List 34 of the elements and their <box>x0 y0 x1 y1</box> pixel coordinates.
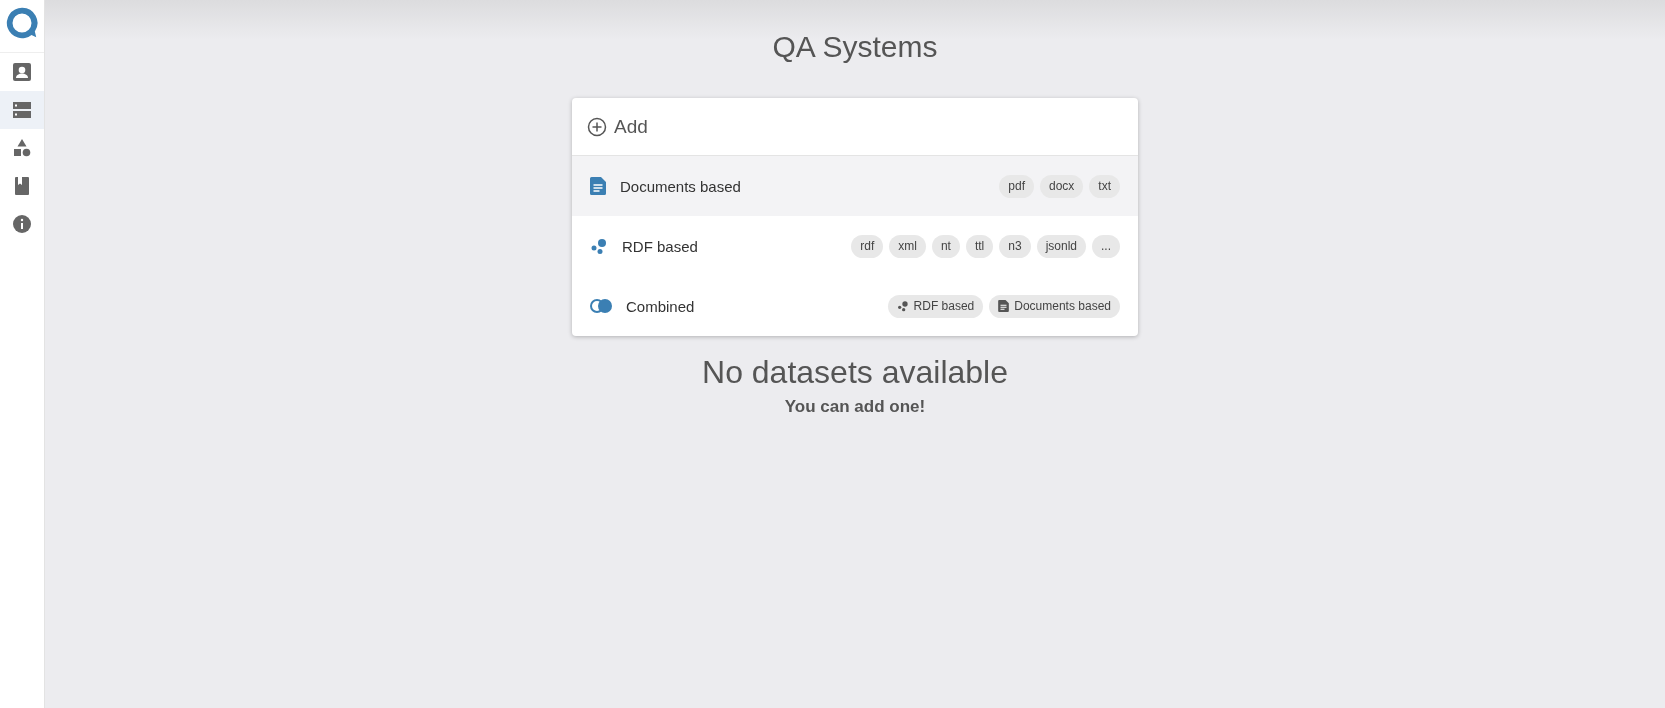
page-title: QA Systems <box>772 30 938 64</box>
dots-icon <box>590 237 608 255</box>
person-icon <box>13 63 31 81</box>
format-tag: xml <box>889 234 926 258</box>
add-icon <box>587 116 607 137</box>
server-icon <box>13 101 31 119</box>
empty-state-hint: You can add one! <box>784 397 926 417</box>
format-tag: docx <box>1039 174 1084 198</box>
format-tag: RDF based <box>887 294 984 318</box>
empty-state-heading: No datasets available <box>702 354 1008 391</box>
option-label: Combined <box>626 297 696 315</box>
format-tag: pdf <box>999 174 1034 198</box>
option-label: Documents based <box>620 177 742 195</box>
info-icon <box>13 215 31 233</box>
book-icon <box>13 177 31 195</box>
format-tag: ... <box>1092 234 1120 258</box>
sidebar-storage-item[interactable] <box>0 91 44 129</box>
add-button[interactable]: Add <box>587 115 648 138</box>
format-tag: rdf <box>851 234 884 258</box>
overlapping-circles-icon <box>590 298 612 314</box>
dataset-type-option[interactable]: Combined RDF based Documents based <box>572 276 1138 336</box>
shapes-icon <box>13 139 31 157</box>
format-tag: nt <box>931 234 960 258</box>
format-tag: txt <box>1089 174 1120 198</box>
dots-icon <box>896 300 909 312</box>
document-icon <box>998 300 1010 312</box>
format-tag: jsonld <box>1036 234 1086 258</box>
format-tag: n3 <box>999 234 1031 258</box>
dataset-type-option[interactable]: RDF based rdf xml nt ttl n3 jsonld ... <box>572 216 1138 276</box>
format-tag: ttl <box>965 234 994 258</box>
format-tag: Documents based <box>989 294 1120 318</box>
document-icon <box>590 177 606 195</box>
dataset-type-option[interactable]: Documents based pdf docx txt <box>572 156 1138 216</box>
option-label: RDF based <box>622 237 699 255</box>
